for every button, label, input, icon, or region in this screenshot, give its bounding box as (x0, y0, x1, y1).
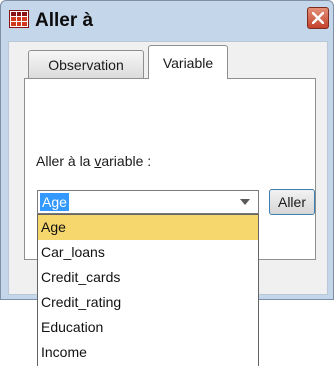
tab-variable[interactable]: Variable (148, 45, 228, 79)
chevron-down-icon[interactable] (240, 199, 250, 206)
dropdown-option[interactable]: Age (38, 215, 258, 240)
tab-observation[interactable]: Observation (28, 50, 144, 78)
variable-dropdown-list[interactable]: Age Car_loans Credit_cards Credit_rating Edu… (37, 214, 259, 366)
title-bar[interactable]: Aller à (1, 1, 333, 41)
dropdown-option[interactable]: Credit_cards (38, 265, 258, 290)
close-button[interactable] (307, 7, 329, 29)
dropdown-option[interactable]: Credit_rating (38, 290, 258, 315)
data-grid-icon (9, 10, 29, 28)
go-button[interactable]: Aller (269, 189, 315, 215)
variable-combobox[interactable]: Age (37, 190, 259, 214)
close-icon (312, 12, 324, 24)
dropdown-option[interactable]: Income (38, 340, 258, 365)
combobox-selected-value: Age (40, 193, 69, 211)
dropdown-option[interactable]: Education (38, 315, 258, 340)
window-title: Aller à (35, 10, 94, 31)
variable-field-label: Aller à la variable : (36, 153, 152, 169)
dropdown-option[interactable]: Car_loans (38, 240, 258, 265)
